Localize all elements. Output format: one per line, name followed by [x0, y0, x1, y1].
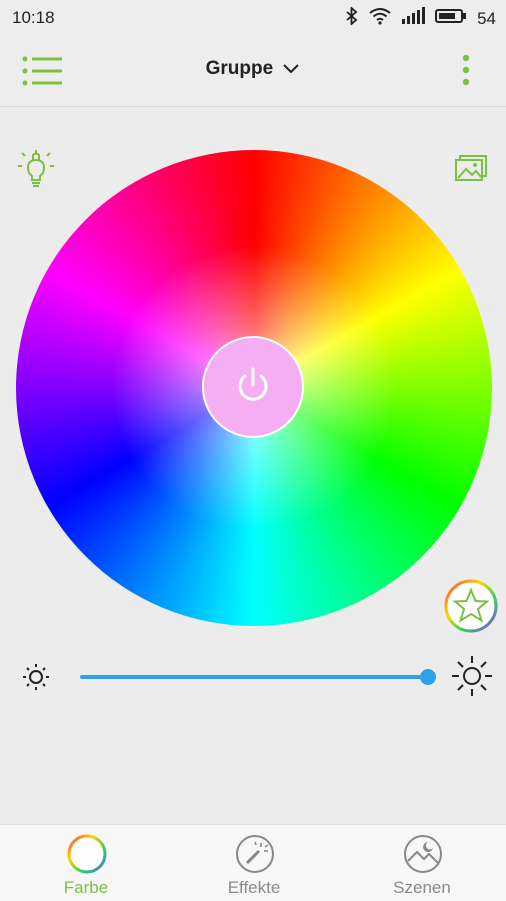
bottom-navigation: Farbe Effekte Szenen — [0, 824, 506, 901]
bulb-button[interactable] — [16, 146, 56, 195]
tab-effekte[interactable]: Effekte — [170, 825, 338, 901]
brightness-slider-thumb[interactable] — [420, 669, 436, 685]
app-bar: Gruppe — [0, 36, 506, 107]
status-bar: 10:18 54 — [0, 0, 506, 36]
brightness-low-button[interactable] — [20, 661, 52, 698]
battery-percent: 54 — [477, 8, 496, 28]
wifi-icon — [369, 7, 391, 30]
tab-szenen[interactable]: Szenen — [338, 825, 506, 901]
more-vert-icon — [458, 54, 474, 92]
tab-farbe[interactable]: Farbe — [2, 825, 170, 901]
chevron-down-icon — [278, 58, 300, 79]
color-ring-icon — [66, 833, 108, 880]
scene-icon — [402, 833, 444, 880]
sun-large-icon — [450, 656, 494, 702]
bluetooth-icon — [345, 5, 359, 30]
battery-icon — [435, 8, 467, 29]
tab-effekte-label: Effekte — [227, 878, 281, 897]
brightness-slider[interactable] — [80, 675, 428, 679]
magic-wand-icon — [234, 833, 276, 880]
bulb-icon — [16, 150, 56, 194]
signal-icon — [401, 7, 426, 30]
page-title: Gruppe — [205, 58, 274, 79]
power-button[interactable] — [202, 336, 304, 438]
image-button[interactable] — [454, 154, 488, 187]
group-selector[interactable]: Gruppe — [0, 58, 506, 80]
sun-small-icon — [20, 664, 52, 697]
image-icon — [454, 155, 488, 186]
status-time: 10:18 — [12, 8, 55, 27]
brightness-high-button[interactable] — [450, 654, 494, 703]
status-icons: 54 — [345, 5, 496, 30]
favorite-button[interactable] — [443, 578, 499, 639]
more-options-button[interactable] — [458, 54, 474, 88]
tab-szenen-label: Szenen — [393, 878, 451, 897]
star-icon — [443, 579, 499, 638]
tab-farbe-label: Farbe — [63, 878, 109, 897]
power-icon — [235, 365, 271, 410]
